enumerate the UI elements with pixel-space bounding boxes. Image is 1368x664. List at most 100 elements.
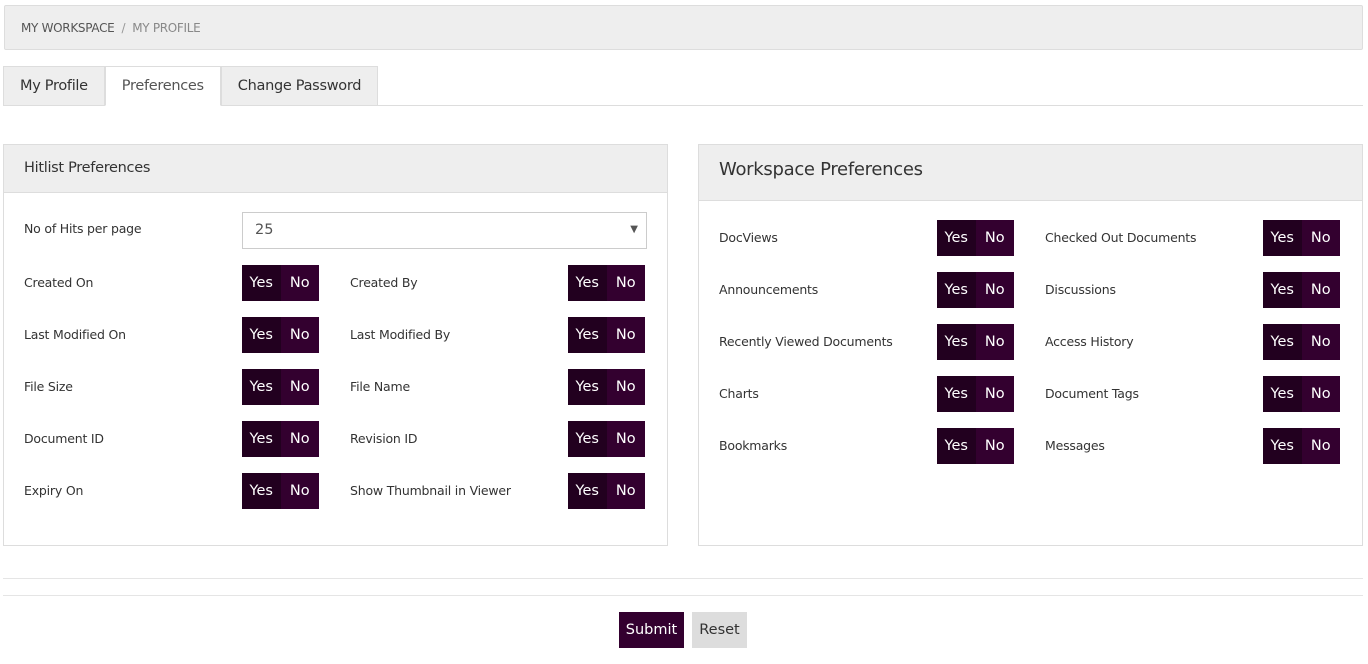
tab-my-profile[interactable]: My Profile [3,66,105,106]
yes-no-toggle: Yes No [1263,324,1340,360]
yes-no-toggle: Yes No [242,369,319,405]
pref-label: Show Thumbnail in Viewer [350,483,511,498]
yes-no-toggle: Yes No [937,220,1014,256]
yes-option[interactable]: Yes [937,272,976,308]
yes-no-toggle: Yes No [568,421,645,457]
pref-label: Recently Viewed Documents [719,334,893,349]
divider [3,595,1363,596]
pref-label: Discussions [1045,282,1116,297]
no-option[interactable]: No [606,421,645,457]
pref-label: Revision ID [350,431,418,446]
breadcrumb-separator: / [121,21,126,35]
hits-per-page-value: 25 [255,222,274,238]
breadcrumb: MY WORKSPACE / MY PROFILE [4,5,1363,50]
yes-option[interactable]: Yes [937,376,976,412]
yes-option[interactable]: Yes [242,265,281,301]
yes-no-toggle: Yes No [242,317,319,353]
pref-label: Document ID [24,431,104,446]
yes-no-toggle: Yes No [1263,220,1340,256]
yes-no-toggle: Yes No [568,473,645,509]
hits-per-page-label: No of Hits per page [24,221,142,236]
yes-option[interactable]: Yes [937,324,976,360]
yes-option[interactable]: Yes [242,369,281,405]
pref-label: Charts [719,386,759,401]
no-option[interactable]: No [975,324,1014,360]
yes-no-toggle: Yes No [937,428,1014,464]
breadcrumb-my-workspace[interactable]: MY WORKSPACE [21,21,115,35]
yes-option[interactable]: Yes [568,369,607,405]
yes-option[interactable]: Yes [568,473,607,509]
yes-no-toggle: Yes No [937,272,1014,308]
yes-no-toggle: Yes No [568,265,645,301]
pref-label: File Name [350,379,410,394]
no-option[interactable]: No [1301,272,1340,308]
pref-label: Expiry On [24,483,84,498]
yes-no-toggle: Yes No [242,265,319,301]
yes-no-toggle: Yes No [937,376,1014,412]
submit-button[interactable]: Submit [619,612,684,648]
hitlist-preferences-panel: Hitlist Preferences No of Hits per page … [3,144,668,546]
tab-preferences[interactable]: Preferences [104,66,221,106]
no-option[interactable]: No [606,265,645,301]
yes-option[interactable]: Yes [242,317,281,353]
yes-no-toggle: Yes No [1263,428,1340,464]
no-option[interactable]: No [975,220,1014,256]
no-option[interactable]: No [1301,220,1340,256]
hits-per-page-select[interactable]: 25 ▼ [242,212,647,249]
no-option[interactable]: No [280,473,319,509]
pref-label: Created By [350,275,418,290]
yes-no-toggle: Yes No [242,473,319,509]
panel-title: Workspace Preferences [699,145,1362,201]
yes-no-toggle: Yes No [568,369,645,405]
yes-option[interactable]: Yes [1263,428,1302,464]
yes-no-toggle: Yes No [1263,272,1340,308]
divider [3,578,1363,579]
no-option[interactable]: No [1301,324,1340,360]
yes-option[interactable]: Yes [937,428,976,464]
no-option[interactable]: No [280,369,319,405]
no-option[interactable]: No [1301,376,1340,412]
yes-option[interactable]: Yes [1263,272,1302,308]
pref-label: Announcements [719,282,819,297]
pref-label: Checked Out Documents [1045,230,1197,245]
yes-no-toggle: Yes No [242,421,319,457]
pref-label: Messages [1045,438,1105,453]
reset-button[interactable]: Reset [692,612,747,648]
no-option[interactable]: No [280,265,319,301]
pref-label: Bookmarks [719,438,788,453]
breadcrumb-my-profile: MY PROFILE [132,21,201,35]
no-option[interactable]: No [280,421,319,457]
yes-option[interactable]: Yes [568,317,607,353]
pref-label: Document Tags [1045,386,1139,401]
pref-label: File Size [24,379,73,394]
no-option[interactable]: No [606,473,645,509]
no-option[interactable]: No [975,376,1014,412]
no-option[interactable]: No [280,317,319,353]
yes-option[interactable]: Yes [242,421,281,457]
pref-label: Last Modified By [350,327,451,342]
workspace-preferences-panel: Workspace Preferences DocViews Yes No Check… [698,144,1363,546]
profile-tabs: My Profile Preferences Change Password [3,66,1363,106]
yes-option[interactable]: Yes [568,421,607,457]
caret-down-icon: ▼ [630,224,638,235]
yes-option[interactable]: Yes [1263,376,1302,412]
no-option[interactable]: No [975,272,1014,308]
yes-option[interactable]: Yes [1263,220,1302,256]
pref-label: Access History [1045,334,1134,349]
yes-no-toggle: Yes No [937,324,1014,360]
yes-no-toggle: Yes No [1263,376,1340,412]
panel-title: Hitlist Preferences [4,145,667,193]
pref-label: Created On [24,275,94,290]
yes-option[interactable]: Yes [937,220,976,256]
no-option[interactable]: No [975,428,1014,464]
pref-label: Last Modified On [24,327,126,342]
no-option[interactable]: No [606,369,645,405]
pref-label: DocViews [719,230,778,245]
yes-option[interactable]: Yes [1263,324,1302,360]
yes-option[interactable]: Yes [242,473,281,509]
no-option[interactable]: No [1301,428,1340,464]
tab-change-password[interactable]: Change Password [220,66,379,106]
yes-option[interactable]: Yes [568,265,607,301]
no-option[interactable]: No [606,317,645,353]
yes-no-toggle: Yes No [568,317,645,353]
